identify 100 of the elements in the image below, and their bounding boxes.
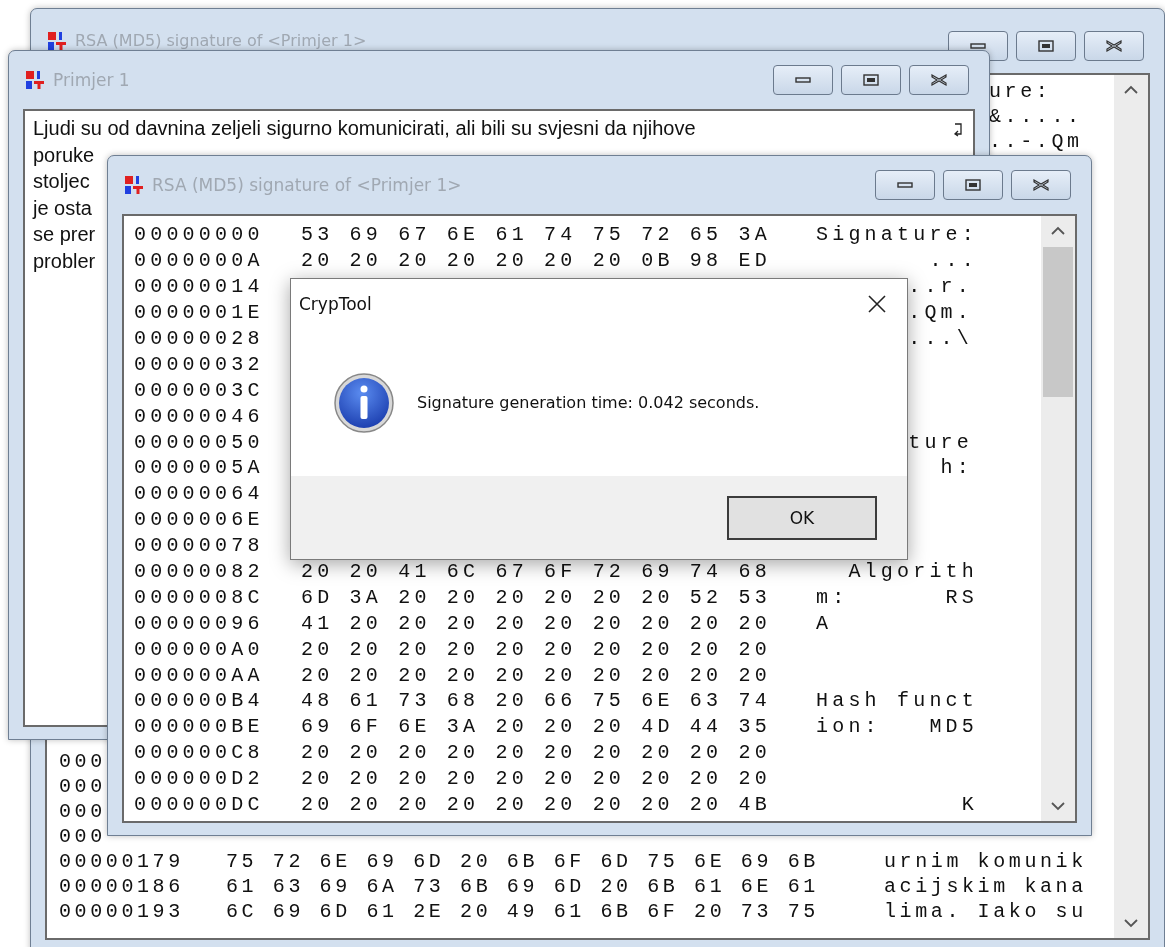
app-icon bbox=[47, 31, 67, 51]
text-line: stoljec bbox=[33, 169, 90, 194]
minimize-icon bbox=[795, 76, 811, 84]
scroll-up-icon[interactable] bbox=[1124, 85, 1138, 94]
hex-bytes: 20 20 20 20 20 20 20 20 20 4B bbox=[301, 793, 771, 817]
hex-bytes: 20 20 20 20 20 20 20 20 20 20 bbox=[301, 767, 771, 791]
minimize-button[interactable] bbox=[875, 170, 935, 200]
close-icon bbox=[1032, 179, 1050, 191]
hex-bytes: 61 63 69 6A 73 6B 69 6D 20 6B 61 6E 61 bbox=[226, 875, 820, 898]
ascii-text: A bbox=[816, 611, 833, 635]
text-line: je osta bbox=[33, 195, 92, 221]
offset-text: 00000064 bbox=[134, 482, 265, 506]
app-icon bbox=[124, 175, 144, 195]
scroll-down-icon[interactable] bbox=[1124, 919, 1138, 928]
minimize-icon bbox=[897, 181, 913, 189]
ascii-text: Hash funct bbox=[816, 689, 979, 713]
offset-text: 0000006E bbox=[134, 508, 265, 532]
hex-bytes: 69 6F 6E 3A 20 20 20 4D 44 35 bbox=[301, 715, 771, 739]
line-wrap-icon bbox=[953, 123, 963, 137]
offset-text: 00000082 bbox=[134, 560, 265, 583]
ascii-text: m: RS bbox=[816, 585, 979, 609]
hex-bytes: 6C 69 6D 61 2E 20 49 61 6B 6F 20 73 75 bbox=[226, 900, 820, 923]
maximize-icon bbox=[1038, 40, 1054, 52]
ascii-text: ... bbox=[928, 249, 979, 273]
offset-text: 00000193 bbox=[59, 900, 184, 923]
hex-bytes: 48 61 73 68 20 66 75 6E 63 74 bbox=[301, 689, 771, 713]
hex-bytes: 20 20 20 20 20 20 20 20 20 20 bbox=[301, 637, 771, 661]
hex-bytes: 20 20 20 20 20 20 20 20 20 20 bbox=[301, 741, 771, 765]
maximize-icon bbox=[965, 179, 981, 191]
ascii-text: ..r. bbox=[908, 275, 973, 299]
close-icon bbox=[930, 74, 948, 86]
ascii-text: ion: MD5 bbox=[816, 715, 979, 739]
offset-text: 0000001E bbox=[134, 301, 265, 325]
hex-bytes: 20 20 20 20 20 20 20 20 20 20 bbox=[301, 663, 771, 687]
app-icon bbox=[25, 70, 45, 90]
maximize-button[interactable] bbox=[841, 65, 901, 95]
minimize-button[interactable] bbox=[773, 65, 833, 95]
minimize-icon bbox=[970, 42, 986, 50]
offset-text: 000000A0 bbox=[134, 637, 265, 661]
ascii-text: urnim komunik bbox=[884, 850, 1087, 873]
hex-bytes: 41 20 20 20 20 20 20 20 20 20 bbox=[301, 611, 771, 635]
ascii-text: ure: bbox=[989, 80, 1052, 103]
offset-text: 000000BE bbox=[134, 715, 265, 739]
offset-text: 00000032 bbox=[134, 352, 265, 376]
scroll-down-icon[interactable] bbox=[1051, 802, 1065, 811]
window-title: RSA (MD5) signature of <Primjer 1> bbox=[75, 31, 368, 50]
offset-text: 00000046 bbox=[134, 404, 265, 428]
offset-text: 000000D2 bbox=[134, 767, 265, 791]
ascii-text: Signature: bbox=[816, 223, 979, 247]
offset-text: 00000186 bbox=[59, 875, 184, 898]
maximize-icon bbox=[863, 74, 879, 86]
offset-text: 00000028 bbox=[134, 327, 265, 350]
dialog-title: CrypTool bbox=[299, 294, 372, 314]
ascii-text: .Qm. bbox=[908, 301, 973, 325]
ascii-text: acijskim kana bbox=[884, 875, 1087, 898]
close-button[interactable] bbox=[1011, 170, 1071, 200]
maximize-button[interactable] bbox=[1016, 31, 1076, 61]
ascii-text: ture bbox=[908, 430, 973, 454]
offset-text: 000000AA bbox=[134, 663, 265, 687]
info-icon bbox=[333, 371, 395, 434]
close-button[interactable] bbox=[1084, 31, 1144, 61]
ascii-text: ...\ bbox=[908, 327, 973, 350]
text-line: Ljudi su od davnina zeljeli sigurno komunicirati, ali bili su svjesni da njihove bbox=[33, 116, 696, 141]
scrollbar[interactable] bbox=[1114, 75, 1148, 938]
hex-bytes: 20 20 41 6C 67 6F 72 69 74 68 bbox=[301, 560, 771, 583]
dialog-message: Signature generation time: 0.042 seconds. bbox=[417, 393, 760, 412]
offset-text: 0000000A bbox=[134, 249, 265, 273]
close-icon bbox=[1105, 40, 1123, 52]
scroll-up-icon[interactable] bbox=[1051, 226, 1065, 235]
offset-text: 000000B4 bbox=[134, 689, 265, 713]
ascii-text: h: bbox=[940, 456, 973, 480]
offset-text: 0000003C bbox=[134, 378, 265, 402]
ascii-text: K bbox=[960, 793, 979, 817]
text-line: probler bbox=[33, 248, 96, 274]
window-title: RSA (MD5) signature of <Primjer 1> bbox=[152, 175, 463, 195]
offset-text: 000 bbox=[59, 825, 107, 848]
hex-bytes: 6D 3A 20 20 20 20 20 20 52 53 bbox=[301, 585, 771, 609]
ascii-text: Algorith bbox=[847, 560, 979, 583]
maximize-button[interactable] bbox=[943, 170, 1003, 200]
offset-text: 0000008C bbox=[134, 585, 265, 609]
offset-text: 00000014 bbox=[134, 275, 265, 299]
ascii-text: ..-.Qm bbox=[989, 130, 1083, 153]
ascii-text: lima. Iako su bbox=[884, 900, 1087, 923]
scrollbar-thumb[interactable] bbox=[1043, 247, 1073, 397]
offset-text: 00000000 bbox=[134, 223, 265, 247]
hex-bytes: 53 69 67 6E 61 74 75 72 65 3A bbox=[301, 223, 771, 247]
close-icon[interactable] bbox=[867, 294, 887, 314]
offset-text: 00000179 bbox=[59, 850, 184, 873]
offset-text: 000000DC bbox=[134, 793, 265, 817]
offset-text: 00000050 bbox=[134, 430, 265, 454]
scrollbar[interactable] bbox=[1041, 216, 1075, 821]
close-button[interactable] bbox=[909, 65, 969, 95]
ascii-text: &..... bbox=[989, 105, 1083, 128]
text-line: poruke bbox=[33, 142, 95, 168]
hex-bytes: 75 72 6E 69 6D 20 6B 6F 6D 75 6E 69 6B bbox=[226, 850, 820, 873]
offset-text: 000000C8 bbox=[134, 741, 265, 765]
offset-text: 00000078 bbox=[134, 534, 265, 558]
ok-button[interactable]: OK bbox=[727, 495, 877, 540]
offset-text: 00000096 bbox=[134, 611, 265, 635]
window-title: Primjer 1 bbox=[53, 70, 131, 90]
